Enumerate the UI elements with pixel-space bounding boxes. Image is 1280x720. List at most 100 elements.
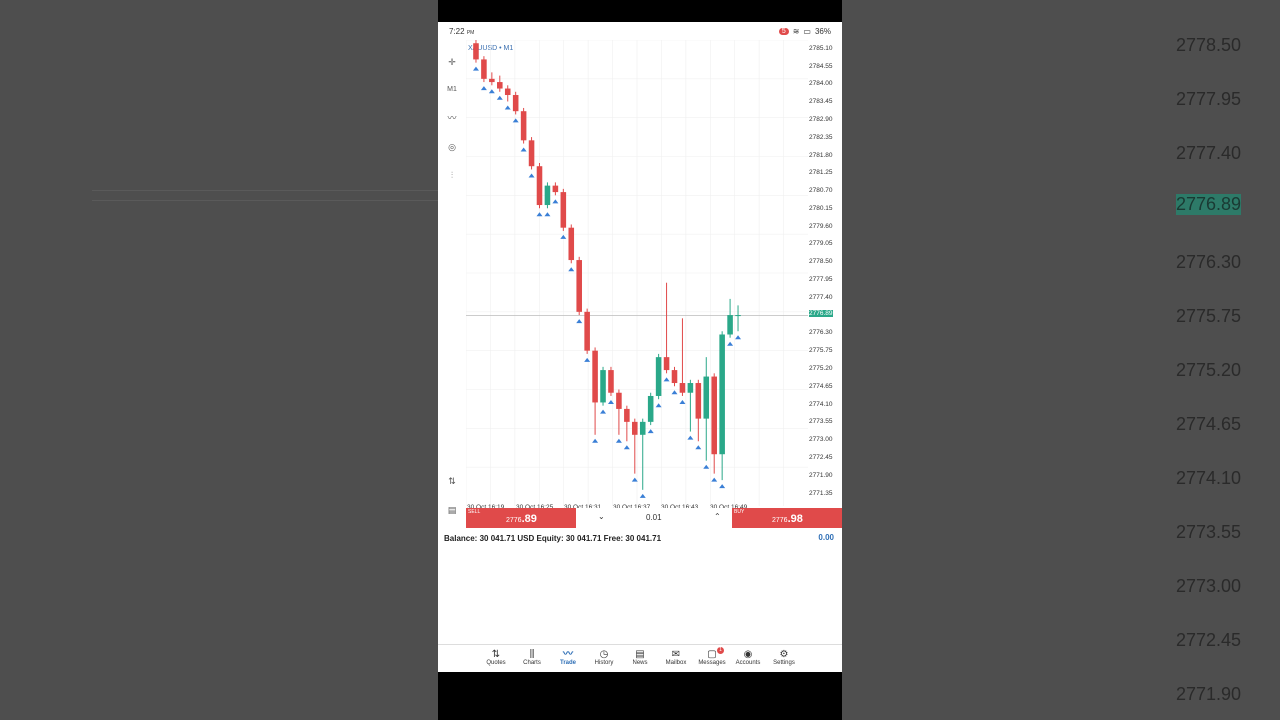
bg-price-label: 2777.40 <box>1176 143 1242 163</box>
nav-accounts[interactable]: ◉ Accounts <box>730 649 766 666</box>
sell-button[interactable]: SELL 2776.89 <box>466 508 576 528</box>
nav-mailbox[interactable]: ✉ Mailbox <box>658 649 694 666</box>
news-icon: ▤ <box>635 649 645 660</box>
price-axis-label: 2779.60 <box>809 222 833 230</box>
buy-marker <box>480 86 487 91</box>
candle-body <box>679 383 686 393</box>
buy-marker <box>496 95 503 100</box>
buy-marker <box>719 484 726 489</box>
price-axis-label: 2782.90 <box>809 115 833 123</box>
price-axis-label: 2772.45 <box>809 454 833 462</box>
bg-gridline <box>92 190 438 191</box>
bg-price-label: 2777.95 <box>1176 89 1242 109</box>
buy-marker <box>711 477 718 482</box>
price-axis-label: 2774.10 <box>809 400 833 408</box>
bg-price-label: 2775.20 <box>1176 360 1242 380</box>
candle-body <box>560 192 567 228</box>
nav-settings[interactable]: ⚙ Settings <box>766 649 802 666</box>
buy-marker <box>488 89 495 94</box>
timeframe-button[interactable]: M1 <box>443 82 461 98</box>
buy-marker <box>655 403 662 408</box>
buy-marker <box>687 435 694 440</box>
status-bar: 7:22 PM 5 ≋ ▭ 36% <box>438 22 842 40</box>
objects-icon[interactable]: ◎ <box>443 139 461 155</box>
trade-panel: SELL 2776.89 ⌄ 0.01 ⌃ BUY 2776.98 <box>466 508 842 528</box>
volume-increase-button[interactable]: ⌃ <box>714 512 721 521</box>
buy-marker <box>592 438 599 443</box>
buy-marker <box>536 212 543 217</box>
candle-body <box>473 43 479 60</box>
buy-marker <box>703 464 710 469</box>
price-axis-label: 2773.55 <box>809 418 833 426</box>
price-axis-label: 2775.75 <box>809 347 833 355</box>
candle-body <box>481 59 487 79</box>
wifi-icon: ≋ <box>792 27 800 36</box>
candle-body <box>544 185 551 206</box>
candle-body <box>504 88 511 96</box>
candle-body <box>703 376 710 419</box>
notification-badge: 5 <box>778 28 789 35</box>
buy-marker <box>568 267 575 272</box>
candle-body <box>655 357 662 396</box>
one-click-trade-icon[interactable]: ⇅ <box>443 473 461 489</box>
price-axis-label: 2780.15 <box>809 204 833 212</box>
new-order-icon[interactable]: ▤ <box>443 502 461 518</box>
price-axis-label: 2774.65 <box>809 382 833 390</box>
buy-marker <box>544 212 551 217</box>
nav-news[interactable]: ▤ News <box>622 649 658 666</box>
buy-marker <box>663 377 670 382</box>
nav-trade[interactable]: 〰 Trade <box>550 649 586 666</box>
candle-body <box>727 315 733 335</box>
candle-body <box>663 357 670 371</box>
bg-price-label: 2773.00 <box>1176 576 1242 596</box>
nav-messages[interactable]: ▢ Messages 1 <box>694 647 730 666</box>
indicators-icon[interactable]: 〰 <box>443 110 461 126</box>
candle-body <box>584 311 590 351</box>
chart-toolbar: ✛ M1 〰 ◎ ⫶ ⇅ ▤ <box>438 40 466 540</box>
crosshair-icon[interactable]: ✛ <box>443 54 461 70</box>
accounts-icon: ◉ <box>743 649 753 660</box>
candle-body <box>520 111 527 141</box>
price-axis-label: 2771.35 <box>809 489 833 497</box>
nav-history[interactable]: ◷ History <box>586 649 622 666</box>
candle-body <box>536 166 543 206</box>
price-axis-label: 2773.00 <box>809 436 833 444</box>
quotes-icon: ⇅ <box>491 649 501 660</box>
bg-gridline <box>92 200 438 201</box>
buy-button[interactable]: BUY 2776.98 <box>732 508 842 528</box>
bg-price-label: 2774.65 <box>1176 414 1242 434</box>
settings-sliders-icon[interactable]: ⫶ <box>443 167 461 183</box>
candle-body <box>671 370 678 384</box>
volume-decrease-button[interactable]: ⌄ <box>598 512 605 521</box>
account-balance: Balance: 30 041.71 USD Equity: 30 041.71… <box>444 534 662 543</box>
candle-body <box>624 408 630 422</box>
price-axis: 2785.10 2784.55 2784.00 2783.45 2782.90 2782.… <box>808 40 842 510</box>
nav-charts[interactable]: ⫼ Charts <box>514 649 550 666</box>
bg-price-label: 2771.90 <box>1176 684 1242 704</box>
buy-marker <box>647 429 654 434</box>
candle-body <box>695 383 702 419</box>
price-axis-label: 2777.40 <box>809 293 833 301</box>
volume-value[interactable]: 0.01 <box>646 513 662 522</box>
buy-marker <box>679 399 686 404</box>
candle-body <box>568 227 575 261</box>
bottom-navigation: ⇅ Quotes ⫼ Charts 〰 Trade ◷ History ▤ News ✉ M… <box>438 644 842 672</box>
battery-icon: ▭ <box>803 27 811 36</box>
sell-price: 2776.89 <box>506 513 537 525</box>
messages-badge: 1 <box>717 647 724 654</box>
battery-level: 36% <box>814 27 831 36</box>
volume-control: ⌄ 0.01 ⌃ <box>576 508 732 528</box>
price-axis-label: 2781.25 <box>809 169 833 177</box>
candle-body <box>489 78 495 83</box>
nav-quotes[interactable]: ⇅ Quotes <box>478 649 514 666</box>
buy-price: 2776.98 <box>772 513 803 525</box>
settings-icon: ⚙ <box>779 649 789 660</box>
candle-body <box>608 370 614 393</box>
candlestick-chart[interactable] <box>466 40 808 506</box>
buy-marker <box>727 341 734 346</box>
buy-marker <box>576 319 583 324</box>
price-axis-label: 2784.55 <box>809 62 833 70</box>
candle-body <box>512 95 519 112</box>
candle-body <box>497 82 503 89</box>
buy-marker <box>528 173 535 178</box>
